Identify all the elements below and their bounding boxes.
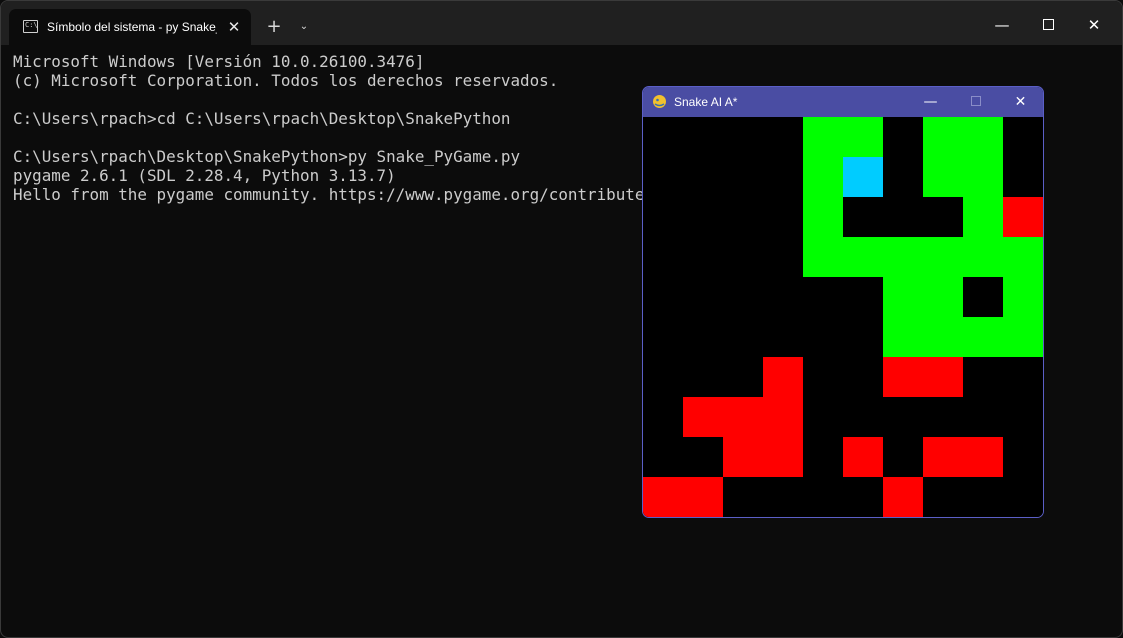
obstacle-cell bbox=[643, 477, 683, 517]
maximize-icon bbox=[1042, 18, 1054, 30]
game-minimize-button[interactable]: — bbox=[908, 87, 953, 117]
obstacle-cell bbox=[723, 397, 763, 437]
snake-head-cell bbox=[843, 157, 883, 197]
snake-body-cell bbox=[923, 277, 963, 317]
obstacle-cell bbox=[763, 437, 803, 477]
pygame-window: Snake AI A* — ✕ bbox=[642, 86, 1044, 518]
tab-command-prompt[interactable]: C:\ Símbolo del sistema - py Snake_PyGam… bbox=[9, 9, 251, 45]
console-line: C:\Users\rpach\Desktop\SnakePython>py Sn… bbox=[13, 147, 521, 166]
snake-body-cell bbox=[963, 317, 1003, 357]
obstacle-cell bbox=[883, 357, 923, 397]
snake-body-cell bbox=[803, 157, 843, 197]
obstacle-cell bbox=[763, 397, 803, 437]
console-line: Hello from the pygame community. https:/… bbox=[13, 185, 693, 204]
snake-body-cell bbox=[1003, 237, 1043, 277]
snake-body-cell bbox=[923, 117, 963, 157]
game-maximize-button[interactable] bbox=[953, 87, 998, 117]
maximize-icon bbox=[970, 95, 981, 106]
snake-body-cell bbox=[803, 197, 843, 237]
obstacle-cell bbox=[1003, 197, 1043, 237]
obstacle-cell bbox=[843, 437, 883, 477]
snake-body-cell bbox=[963, 117, 1003, 157]
game-close-button[interactable]: ✕ bbox=[998, 87, 1043, 117]
snake-body-cell bbox=[963, 237, 1003, 277]
close-tab-icon[interactable]: ✕ bbox=[225, 18, 243, 36]
obstacle-cell bbox=[763, 357, 803, 397]
obstacle-cell bbox=[923, 357, 963, 397]
snake-body-cell bbox=[843, 117, 883, 157]
minimize-button[interactable]: — bbox=[979, 5, 1025, 45]
snake-body-cell bbox=[803, 117, 843, 157]
obstacle-cell bbox=[683, 477, 723, 517]
tab-title: Símbolo del sistema - py Snake_PyGame.py bbox=[47, 20, 217, 34]
game-titlebar[interactable]: Snake AI A* — ✕ bbox=[643, 87, 1043, 117]
game-window-title: Snake AI A* bbox=[674, 95, 738, 109]
snake-body-cell bbox=[923, 317, 963, 357]
snake-body-cell bbox=[923, 237, 963, 277]
cmd-icon: C:\ bbox=[23, 20, 38, 33]
snake-body-cell bbox=[883, 317, 923, 357]
close-button[interactable]: ✕ bbox=[1071, 5, 1117, 45]
console-line: C:\Users\rpach>cd C:\Users\rpach\Desktop… bbox=[13, 109, 511, 128]
console-line: (c) Microsoft Corporation. Todos los der… bbox=[13, 71, 559, 90]
snake-body-cell bbox=[963, 157, 1003, 197]
snake-body-cell bbox=[803, 237, 843, 277]
pygame-snake-icon bbox=[653, 95, 666, 108]
new-tab-button[interactable]: + bbox=[262, 15, 286, 39]
snake-body-cell bbox=[843, 237, 883, 277]
console-output[interactable]: Microsoft Windows [Versión 10.0.26100.34… bbox=[13, 52, 692, 204]
console-line: pygame 2.6.1 (SDL 2.28.4, Python 3.13.7) bbox=[13, 166, 396, 185]
snake-body-cell bbox=[883, 237, 923, 277]
snake-body-cell bbox=[883, 277, 923, 317]
obstacle-cell bbox=[923, 437, 963, 477]
obstacle-cell bbox=[683, 397, 723, 437]
snake-body-cell bbox=[923, 157, 963, 197]
console-line: Microsoft Windows [Versión 10.0.26100.34… bbox=[13, 52, 425, 71]
game-board[interactable] bbox=[643, 117, 1043, 517]
obstacle-cell bbox=[963, 437, 1003, 477]
maximize-button[interactable] bbox=[1025, 5, 1071, 45]
obstacle-cell bbox=[883, 477, 923, 517]
snake-body-cell bbox=[1003, 317, 1043, 357]
terminal-titlebar[interactable]: C:\ Símbolo del sistema - py Snake_PyGam… bbox=[1, 1, 1122, 45]
obstacle-cell bbox=[723, 437, 763, 477]
tab-dropdown-chevron-icon[interactable]: ⌄ bbox=[292, 15, 316, 39]
snake-body-cell bbox=[963, 197, 1003, 237]
snake-body-cell bbox=[1003, 277, 1043, 317]
